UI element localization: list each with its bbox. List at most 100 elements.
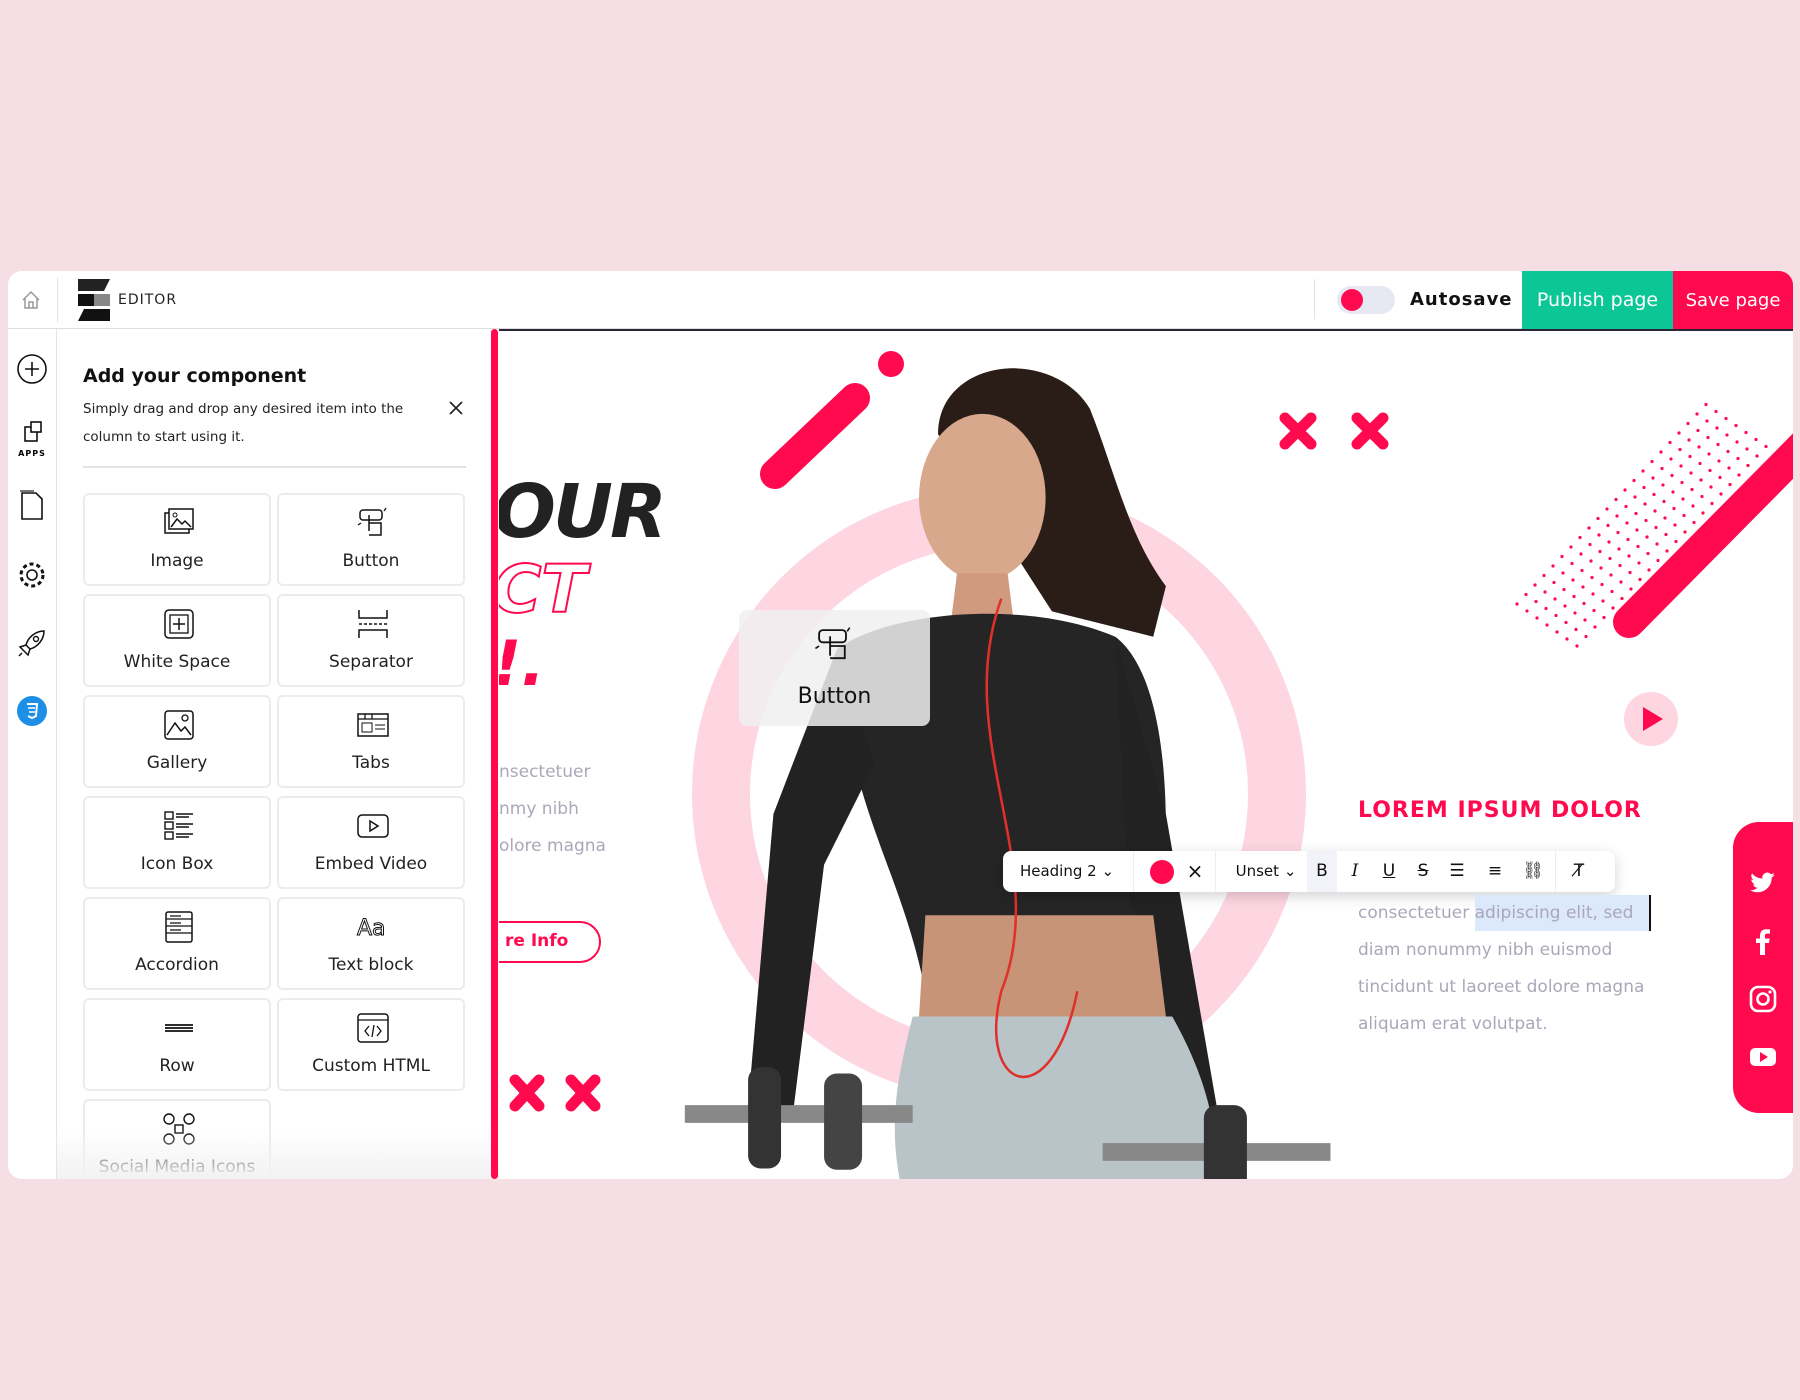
dot: [1620, 596, 1624, 601]
drag-ghost-button[interactable]: Button: [739, 610, 930, 726]
dot: [1615, 514, 1619, 518]
facebook-icon[interactable]: [1748, 926, 1778, 956]
dot: [1674, 539, 1678, 544]
gear-icon[interactable]: [16, 559, 48, 591]
component-embed-video[interactable]: Embed Video: [277, 796, 465, 889]
dot: [1599, 566, 1603, 570]
font-size-dropdown[interactable]: Unset ⌄: [1231, 851, 1301, 892]
dot: [1619, 580, 1623, 584]
twitter-icon[interactable]: [1748, 868, 1778, 898]
panel-title: Add your component: [83, 365, 307, 387]
home-icon[interactable]: [20, 289, 42, 311]
dot: [1535, 616, 1539, 620]
paragraph-line-3[interactable]: tincidunt ut laoreet dolore magna: [1358, 977, 1644, 997]
more-info-button[interactable]: re Info: [499, 921, 601, 963]
page-canvas[interactable]: OUR CT !. nsectetuer nmy nibh olore magn…: [499, 329, 1793, 1179]
dot: [1734, 423, 1738, 428]
close-icon[interactable]: [447, 399, 465, 417]
dot: [1554, 613, 1558, 618]
dot: [1735, 440, 1739, 444]
publish-page-button[interactable]: Publish page: [1522, 271, 1673, 329]
component-tabs[interactable]: Tabs: [277, 695, 465, 788]
text-plain: consectetuer: [1358, 903, 1475, 923]
dot: [1578, 535, 1582, 540]
drag-ghost-label: Button: [797, 684, 872, 709]
paragraph-line-1[interactable]: consectetuer adipiscing elit, sed: [1358, 895, 1652, 931]
dot: [1719, 492, 1723, 496]
dot: [1682, 513, 1686, 518]
component-white-space[interactable]: White Space: [83, 594, 271, 687]
dot: [1688, 454, 1692, 459]
dot: [1609, 573, 1613, 577]
dot: [1691, 504, 1695, 508]
dot: [1543, 590, 1547, 594]
paragraph-line-4[interactable]: aliquam erat volutpat.: [1358, 1014, 1548, 1034]
dot: [1581, 585, 1585, 589]
component-accordion[interactable]: Accordion: [83, 897, 271, 990]
clear-format-icon[interactable]: T̸: [1565, 851, 1593, 892]
dot: [1600, 582, 1604, 587]
apps-label: APPS: [18, 449, 46, 458]
youtube-icon[interactable]: [1748, 1042, 1778, 1072]
component-icon-box[interactable]: Icon Box: [83, 796, 271, 889]
component-text-block[interactable]: Aa Text block: [277, 897, 465, 990]
top-bar: EDITOR Autosave Publish page Save page: [8, 271, 1793, 329]
bold-button[interactable]: B: [1307, 851, 1337, 892]
apps-button[interactable]: APPS: [16, 421, 48, 458]
plus-circle-icon[interactable]: [16, 353, 48, 385]
dot: [1695, 412, 1699, 416]
autosave-label: Autosave: [1410, 289, 1513, 310]
autosave-toggle[interactable]: [1337, 286, 1395, 314]
dot: [1698, 461, 1702, 466]
css3-icon[interactable]: [16, 695, 48, 727]
component-custom-html[interactable]: Custom HTML: [277, 998, 465, 1091]
add-component-panel: Add your component Simply drag and drop …: [57, 329, 499, 1179]
dot: [1663, 516, 1667, 520]
component-row[interactable]: Row: [83, 998, 271, 1091]
dot: [1660, 466, 1664, 471]
text-color-button[interactable]: [1149, 851, 1175, 892]
component-gallery[interactable]: Gallery: [83, 695, 271, 788]
align-icon[interactable]: ≡: [1481, 851, 1509, 892]
icon-box-icon: [164, 811, 193, 840]
italic-button[interactable]: I: [1341, 851, 1369, 892]
dot: [1668, 440, 1672, 445]
panel-scrollbar[interactable]: [491, 329, 498, 1179]
dot: [1680, 480, 1684, 485]
component-button[interactable]: Button: [277, 493, 465, 586]
dot: [1563, 604, 1567, 608]
strikethrough-button[interactable]: S: [1409, 851, 1437, 892]
dot: [1697, 445, 1701, 449]
component-separator[interactable]: Separator: [277, 594, 465, 687]
component-image[interactable]: Image: [83, 493, 271, 586]
dot: [1553, 597, 1557, 601]
dot: [1681, 497, 1685, 501]
rocket-icon[interactable]: [16, 627, 48, 659]
dot: [1704, 402, 1708, 407]
paragraph-line-2[interactable]: diam nonummy nibh euismod: [1358, 940, 1612, 960]
pages-icon[interactable]: [16, 489, 48, 521]
section-heading[interactable]: LOREM IPSUM DOLOR: [1358, 798, 1642, 823]
dot: [1607, 540, 1611, 544]
dot: [1591, 592, 1595, 596]
dot: [1677, 431, 1681, 435]
clear-color-icon[interactable]: ×: [1185, 851, 1205, 892]
underline-button[interactable]: U: [1375, 851, 1403, 892]
dot: [1659, 450, 1663, 454]
text-selection: adipiscing elit, sed: [1474, 895, 1652, 931]
link-icon[interactable]: ⛓: [1519, 851, 1547, 892]
component-label: Tabs: [352, 753, 390, 773]
dot: [1634, 511, 1638, 516]
block-type-dropdown[interactable]: Heading 2 ⌄: [1017, 851, 1117, 892]
dot: [1709, 485, 1713, 489]
dot: [1551, 564, 1555, 568]
hero-line-1: OUR: [499, 469, 667, 555]
dot: [1692, 520, 1696, 525]
dot: [1533, 583, 1537, 587]
list-icon[interactable]: ☰: [1443, 851, 1471, 892]
save-page-button[interactable]: Save page: [1673, 271, 1793, 329]
component-label: Image: [150, 551, 204, 571]
dot: [1662, 499, 1666, 504]
instagram-icon[interactable]: [1748, 984, 1778, 1014]
dot: [1744, 430, 1748, 435]
